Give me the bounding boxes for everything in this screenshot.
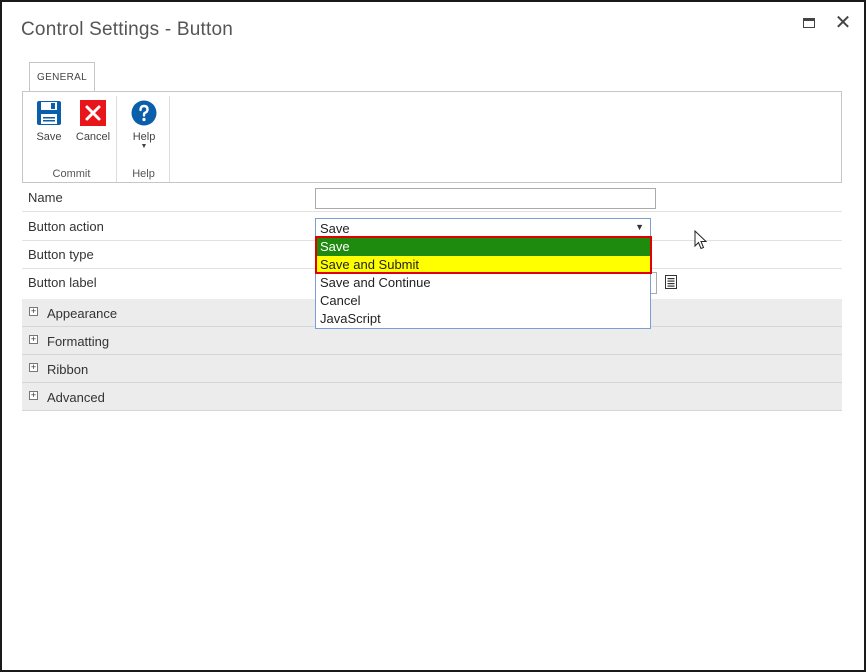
maximize-icon xyxy=(803,18,815,28)
help-button[interactable]: Help ▼ xyxy=(124,100,164,150)
option-save-and-continue[interactable]: Save and Continue xyxy=(316,274,650,292)
cancel-icon xyxy=(80,100,106,126)
help-icon xyxy=(131,100,157,126)
section-title-appearance: Appearance xyxy=(47,306,118,321)
section-ribbon[interactable]: + Ribbon xyxy=(22,355,842,383)
section-title-formatting: Formatting xyxy=(47,334,110,349)
ribbon-group-help: Help ▼ Help xyxy=(118,96,170,182)
chevron-down-icon: ▼ xyxy=(140,143,148,150)
option-save-and-submit[interactable]: Save and Submit xyxy=(316,256,650,274)
save-icon xyxy=(37,101,61,125)
ribbon-group-label-commit: Commit xyxy=(52,168,91,180)
mouse-cursor-icon xyxy=(694,230,708,250)
button-label-label: Button label xyxy=(28,275,97,290)
dialog-title: Control Settings - Button xyxy=(21,19,233,40)
button-action-select[interactable]: Save ▼ xyxy=(315,218,651,238)
save-button-label: Save xyxy=(36,131,62,143)
expand-icon: + xyxy=(29,390,38,400)
dropdown-arrow-icon: ▼ xyxy=(635,222,644,232)
maximize-button[interactable] xyxy=(798,12,820,34)
tab-general[interactable]: GENERAL xyxy=(29,62,95,92)
save-button[interactable]: Save xyxy=(33,100,65,143)
option-save[interactable]: Save xyxy=(316,238,650,256)
section-advanced[interactable]: + Advanced xyxy=(22,383,842,411)
close-button[interactable]: ✕ xyxy=(832,12,854,34)
name-input[interactable] xyxy=(315,188,656,209)
button-action-dropdown: Save Save and Submit Save and Continue C… xyxy=(315,237,651,329)
expression-builder-icon[interactable] xyxy=(665,275,677,289)
close-icon: ✕ xyxy=(834,12,852,34)
option-cancel[interactable]: Cancel xyxy=(316,292,650,310)
section-title-ribbon: Ribbon xyxy=(47,362,89,377)
button-type-label: Button type xyxy=(28,247,94,262)
section-formatting[interactable]: + Formatting xyxy=(22,327,842,355)
ribbon-group-commit: Save Cancel Commit xyxy=(27,96,117,182)
button-action-label: Button action xyxy=(28,219,104,234)
option-javascript[interactable]: JavaScript xyxy=(316,310,650,328)
expand-icon: + xyxy=(29,362,38,372)
expand-icon: + xyxy=(29,306,38,316)
ribbon: Save Cancel Commit Help ▼ Help xyxy=(22,91,842,183)
ribbon-group-label-help: Help xyxy=(132,168,155,180)
cancel-button[interactable]: Cancel xyxy=(73,100,113,143)
name-row: Name xyxy=(22,184,842,212)
help-button-label: Help xyxy=(132,131,156,143)
button-action-value: Save xyxy=(320,221,350,236)
expand-icon: + xyxy=(29,334,38,344)
cancel-button-label: Cancel xyxy=(75,131,111,143)
name-label: Name xyxy=(28,190,63,205)
section-title-advanced: Advanced xyxy=(47,390,105,405)
